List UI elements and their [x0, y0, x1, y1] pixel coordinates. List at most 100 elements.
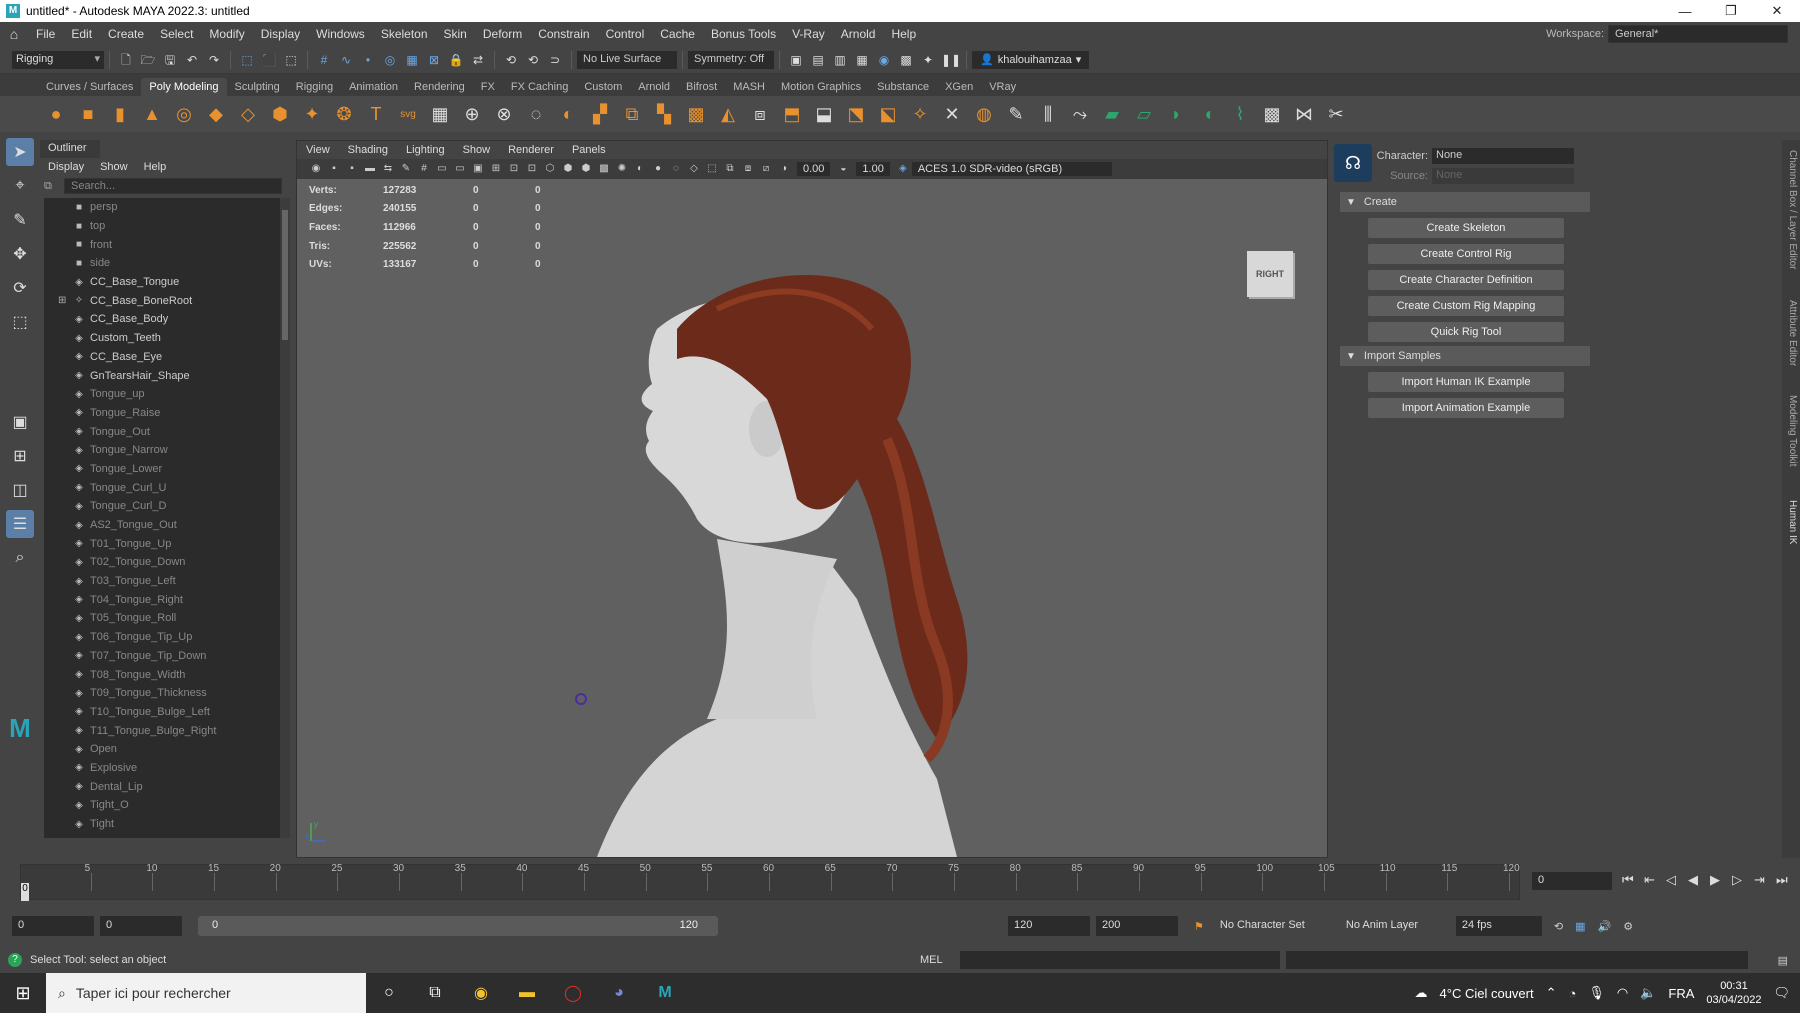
outliner-row[interactable]: ◈ T07_Tongue_Tip_Down: [44, 647, 280, 666]
chevron-up-icon[interactable]: ⌃: [1546, 985, 1557, 1001]
field-chart-icon[interactable]: ⊞: [489, 162, 503, 176]
super-shape-icon[interactable]: ✦: [298, 100, 326, 128]
select-component-icon[interactable]: ⬚: [282, 51, 300, 69]
platonic-solid-icon[interactable]: ⬢: [266, 100, 294, 128]
outliner-menu-display[interactable]: Display: [40, 161, 92, 173]
outliner-row[interactable]: ◈ T10_Tongue_Bulge_Left: [44, 703, 280, 722]
shelf-tab-motion-graphics[interactable]: Motion Graphics: [773, 78, 869, 96]
outliner-row[interactable]: ◈ T09_Tongue_Thickness: [44, 684, 280, 703]
outliner-row[interactable]: ◈ T01_Tongue_Up: [44, 534, 280, 553]
go-to-end-icon[interactable]: ⏭: [1776, 872, 1788, 888]
camera-attributes-icon[interactable]: ▪: [327, 162, 341, 176]
wireframe-icon[interactable]: ⬡: [543, 162, 557, 176]
play-forwards-icon[interactable]: ▶: [1710, 872, 1720, 888]
svg-icon[interactable]: svg: [394, 100, 422, 128]
shelf-tab-fx-caching[interactable]: FX Caching: [503, 78, 576, 96]
bridge-icon[interactable]: ▚: [650, 100, 678, 128]
separate-icon[interactable]: ⊗: [490, 100, 518, 128]
tools-icon[interactable]: ✂: [1322, 100, 1350, 128]
select-object-icon[interactable]: ⬛: [260, 51, 278, 69]
select-hierarchy-icon[interactable]: ⬚: [238, 51, 256, 69]
outliner-row[interactable]: ◈ T04_Tongue_Right: [44, 590, 280, 609]
menu-skin[interactable]: Skin: [436, 27, 475, 41]
shelf-tab-rigging[interactable]: Rigging: [288, 78, 341, 96]
outliner-row[interactable]: ◈ Tongue_Raise: [44, 404, 280, 423]
menu-create[interactable]: Create: [100, 27, 152, 41]
menu-modify[interactable]: Modify: [201, 27, 252, 41]
shelf-tab-xgen[interactable]: XGen: [937, 78, 981, 96]
menu-control[interactable]: Control: [598, 27, 653, 41]
snap-view-plane-icon[interactable]: ▦: [403, 51, 421, 69]
shelf-tab-vray[interactable]: VRay: [981, 78, 1024, 96]
new-scene-icon[interactable]: 🗋: [117, 51, 135, 69]
viewport-menu-renderer[interactable]: Renderer: [499, 144, 563, 156]
xray-joints-icon[interactable]: ⧈: [741, 162, 755, 176]
mirror-icon[interactable]: ⧉: [618, 100, 646, 128]
cache-playback-icon[interactable]: ▦: [1575, 920, 1585, 933]
grab-icon[interactable]: ◗: [1162, 100, 1190, 128]
fill-hole-icon[interactable]: ▩: [682, 100, 710, 128]
bevel-icon[interactable]: ⬓: [810, 100, 838, 128]
close-button[interactable]: ✕: [1754, 3, 1800, 19]
maximize-button[interactable]: ❐: [1708, 3, 1754, 19]
character-dropdown[interactable]: None: [1432, 148, 1574, 164]
grid-icon[interactable]: #: [417, 162, 431, 176]
outliner-menu-show[interactable]: Show: [92, 161, 136, 173]
wireframe-on-shaded-icon[interactable]: ⬢: [579, 162, 593, 176]
playback-end-field[interactable]: 120: [1008, 916, 1090, 936]
color-management-icon[interactable]: ◈: [896, 162, 910, 176]
notification-icon[interactable]: 🗨: [1773, 985, 1790, 1001]
create-character-definition-button[interactable]: Create Character Definition: [1368, 270, 1564, 290]
outliner-row[interactable]: ◈ Tongue_Curl_U: [44, 478, 280, 497]
step-forward-frame-icon[interactable]: ▷: [1732, 872, 1742, 888]
edge-loop-icon[interactable]: ⫼: [1034, 100, 1062, 128]
outliner-row[interactable]: ◈ Tongue_Lower: [44, 460, 280, 479]
poly-cone-icon[interactable]: ▲: [138, 100, 166, 128]
create-section-header[interactable]: ▼ Create: [1340, 192, 1590, 212]
step-back-key-icon[interactable]: ⇤: [1644, 872, 1655, 888]
input-output-icon[interactable]: ⇄: [469, 51, 487, 69]
transfer-icon[interactable]: ⋈: [1290, 100, 1318, 128]
command-input[interactable]: [960, 951, 1280, 969]
viewport-menu-lighting[interactable]: Lighting: [397, 144, 454, 156]
outliner-row[interactable]: ◈ T11_Tongue_Bulge_Right: [44, 721, 280, 740]
triangulate-icon[interactable]: ◭: [714, 100, 742, 128]
viewport-3d[interactable]: Verts: 127283 0 0 Edges: 240155 0 0 Faces: 112966…: [297, 179, 1327, 857]
humanik-logo-icon[interactable]: ☊: [1334, 144, 1372, 182]
outliner-row[interactable]: ◈ Explosive: [44, 759, 280, 778]
auto-key-icon[interactable]: ⚑: [1194, 920, 1204, 933]
home-icon[interactable]: ⌂: [0, 26, 28, 42]
outliner-row[interactable]: ■ persp: [44, 198, 280, 217]
sweep-mesh-icon[interactable]: ❂: [330, 100, 358, 128]
motion-blur-icon[interactable]: ◌: [669, 162, 683, 176]
multi-cut-icon[interactable]: ✎: [1002, 100, 1030, 128]
weather-icon[interactable]: ☁: [1415, 985, 1428, 1001]
collapse-icon[interactable]: ✧: [906, 100, 934, 128]
menu-display[interactable]: Display: [253, 27, 308, 41]
time-slider-track[interactable]: 0 5 10 15 20 25 30 35 40 45 50 55 60 65 70 75 80 85 90 95 1…: [20, 863, 1520, 901]
shelf-tab-rendering[interactable]: Rendering: [406, 78, 473, 96]
create-control-rig-button[interactable]: Create Control Rig: [1368, 244, 1564, 264]
2d-pan-zoom-icon[interactable]: ⇆: [381, 162, 395, 176]
lasso-tool-icon[interactable]: ⌖: [6, 172, 34, 200]
outliner-layout-icon[interactable]: ☰: [6, 510, 34, 538]
shelf-tab-substance[interactable]: Substance: [869, 78, 937, 96]
paint-select-icon[interactable]: ✎: [6, 206, 34, 234]
render-frame-icon[interactable]: ▤: [809, 51, 827, 69]
go-to-start-icon[interactable]: ⏮: [1622, 872, 1634, 888]
shelf-tab-sculpting[interactable]: Sculpting: [227, 78, 288, 96]
shelf-tab-custom[interactable]: Custom: [576, 78, 630, 96]
tab-channel-box[interactable]: Channel Box / Layer Editor: [1784, 150, 1798, 270]
file-explorer-icon[interactable]: ▬: [504, 984, 550, 1002]
outliner-row[interactable]: ◈ Dental_Lip: [44, 777, 280, 796]
volume-icon[interactable]: 🔈: [1640, 985, 1656, 1001]
menu-set-dropdown[interactable]: Rigging: [12, 50, 104, 69]
lights-icon[interactable]: ✺: [615, 162, 629, 176]
import-animation-example-button[interactable]: Import Animation Example: [1368, 398, 1564, 418]
poly-cube-icon[interactable]: ■: [74, 100, 102, 128]
menu-windows[interactable]: Windows: [308, 27, 373, 41]
step-forward-key-icon[interactable]: ⇥: [1754, 872, 1765, 888]
script-editor-icon[interactable]: ▤: [1778, 954, 1788, 967]
menu-deform[interactable]: Deform: [475, 27, 530, 41]
bookmark-icon[interactable]: ▪: [345, 162, 359, 176]
